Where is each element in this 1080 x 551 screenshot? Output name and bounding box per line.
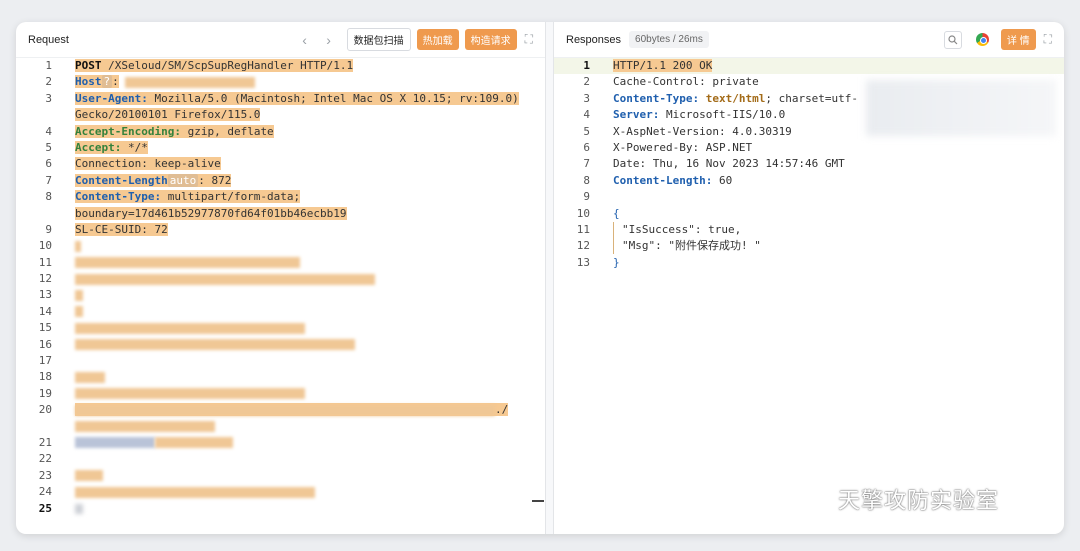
auto-tag: auto bbox=[167, 173, 199, 187]
code-line: 15 bbox=[16, 320, 545, 336]
request-toolbar: Request ‹ › 数据包扫描 热加载 构造请求 ⛶ bbox=[16, 22, 545, 58]
code-line: 9 SL-CE-SUID: 72 bbox=[45, 222, 168, 236]
code-line: 5 Accept: */* bbox=[45, 140, 148, 154]
request-pane: Request ‹ › 数据包扫描 热加载 构造请求 ⛶ 1 POST /XSel… bbox=[16, 22, 546, 534]
collapse-handle[interactable] bbox=[532, 500, 544, 502]
code-line: 13} bbox=[576, 255, 620, 269]
code-line: Gecko/20100101 Firefox/115.0 bbox=[75, 108, 261, 122]
code-line: 10 bbox=[16, 238, 545, 254]
code-line: 22 bbox=[38, 452, 52, 466]
chevron-left-icon[interactable]: ‹ bbox=[296, 32, 314, 48]
code-line: 25 bbox=[16, 501, 545, 517]
code-line: 2 Host?: bbox=[16, 74, 545, 90]
code-line bbox=[16, 419, 545, 435]
hot-load-button[interactable]: 热加载 bbox=[416, 29, 459, 50]
wechat-icon bbox=[793, 486, 828, 511]
search-icon[interactable] bbox=[943, 30, 962, 49]
code-line: 8 Content-Length: 60 bbox=[583, 173, 733, 187]
chrome-icon[interactable] bbox=[975, 33, 989, 46]
code-line: 20 ./ bbox=[38, 403, 509, 417]
chevron-right-icon[interactable]: › bbox=[320, 32, 338, 48]
code-line: 6 X-Powered-By: ASP.NET bbox=[583, 140, 753, 154]
code-line: 11 "IsSuccess": true, bbox=[576, 221, 742, 238]
code-line: 8 Content-Type: multipart/form-data; bbox=[45, 190, 301, 204]
pane-splitter[interactable] bbox=[546, 22, 554, 534]
code-line: 12 "Msg": "附件保存成功! " bbox=[576, 238, 761, 255]
expand-icon[interactable]: ⛶ bbox=[525, 32, 533, 47]
code-line: 14 bbox=[16, 304, 545, 320]
response-toolbar: Responses 60bytes / 26ms 详 情 ⛶ bbox=[554, 22, 1064, 58]
watermark: 天擎攻防实验室 bbox=[792, 483, 999, 515]
code-line: 12 bbox=[16, 271, 545, 287]
code-line: 3 User-Agent: Mozilla/5.0 (Macintosh; Int… bbox=[45, 91, 519, 105]
code-line: 4 Accept-Encoding: gzip, deflate bbox=[45, 124, 274, 138]
watermark-text: 天擎攻防实验室 bbox=[838, 488, 1000, 513]
code-line: boundary=17d461b52977870fd64f01bb46ecbb1… bbox=[75, 206, 347, 220]
code-line: 16 bbox=[16, 337, 545, 353]
code-line: 1 POST /XSeloud/SM/ScpSupRegHandler HTTP/… bbox=[45, 59, 354, 72]
code-line: 7 Content-Length auto: 872 bbox=[45, 173, 232, 187]
code-line: 7 Date: Thu, 16 Nov 2023 14:57:46 GMT bbox=[583, 157, 845, 171]
code-line: 21 bbox=[16, 435, 545, 451]
code-line: 19 bbox=[16, 386, 545, 402]
code-line: 17 bbox=[38, 354, 52, 368]
code-line: 6 Connection: keep-alive bbox=[45, 157, 221, 171]
code-line: 23 bbox=[16, 468, 545, 484]
code-line: 1 HTTP/1.1 200 OK bbox=[554, 58, 1064, 75]
response-title: Responses bbox=[566, 33, 622, 46]
code-line: 18 bbox=[16, 369, 545, 385]
code-line: 10{ bbox=[576, 206, 620, 220]
request-editor[interactable]: 1 POST /XSeloud/SM/ScpSupRegHandler HTTP/… bbox=[16, 58, 545, 534]
app-window: Request ‹ › 数据包扫描 热加载 构造请求 ⛶ 1 POST /XSel… bbox=[16, 22, 1064, 534]
packet-scan-button[interactable]: 数据包扫描 bbox=[346, 28, 411, 51]
code-line: 13 bbox=[16, 287, 545, 303]
code-line: 11 bbox=[16, 255, 545, 271]
code-line: 24 bbox=[16, 484, 545, 500]
code-line: 9 bbox=[583, 190, 590, 204]
expand-icon[interactable]: ⛶ bbox=[1044, 32, 1052, 47]
detail-button[interactable]: 详 情 bbox=[1000, 29, 1036, 50]
build-request-button[interactable]: 构造请求 bbox=[464, 29, 517, 50]
size-time-badge: 60bytes / 26ms bbox=[629, 31, 709, 48]
blurred-minimap bbox=[866, 80, 1056, 136]
request-title: Request bbox=[28, 33, 69, 46]
